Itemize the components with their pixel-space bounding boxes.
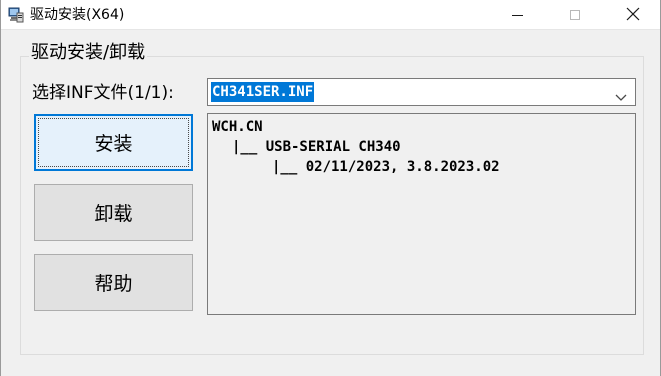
maximize-button[interactable] bbox=[545, 0, 605, 30]
inf-file-select[interactable]: CH341SER.INF bbox=[207, 78, 636, 106]
vendor-text: WCH.CN bbox=[212, 119, 263, 135]
device-text: |__ USB-SERIAL CH340 bbox=[232, 139, 401, 155]
minimize-icon bbox=[511, 14, 523, 16]
computer-driver-icon bbox=[8, 7, 24, 23]
group-legend: 驱动安装/卸载 bbox=[29, 41, 148, 65]
help-button[interactable]: 帮助 bbox=[34, 254, 193, 311]
install-button[interactable]: 安装 bbox=[34, 114, 193, 171]
maximize-icon bbox=[570, 10, 580, 20]
driver-info-box: WCH.CN |__ USB-SERIAL CH340 |__ 02/11/20… bbox=[207, 113, 636, 315]
window-title: 驱动安装(X64) bbox=[30, 7, 125, 23]
driver-install-window: 驱动安装(X64) 驱动安装/卸载 选择INF文件(1/1): CH341SER… bbox=[0, 0, 661, 376]
title-bar[interactable]: 驱动安装(X64) bbox=[1, 0, 660, 30]
uninstall-button[interactable]: 卸载 bbox=[34, 184, 193, 241]
chevron-down-icon[interactable] bbox=[615, 87, 627, 101]
inf-file-selected-value: CH341SER.INF bbox=[211, 82, 315, 102]
minimize-button[interactable] bbox=[487, 0, 547, 30]
version-text: |__ 02/11/2023, 3.8.2023.02 bbox=[272, 159, 500, 175]
close-button[interactable] bbox=[603, 0, 661, 30]
inf-file-label: 选择INF文件(1/1): bbox=[32, 83, 174, 103]
close-icon bbox=[626, 6, 640, 25]
